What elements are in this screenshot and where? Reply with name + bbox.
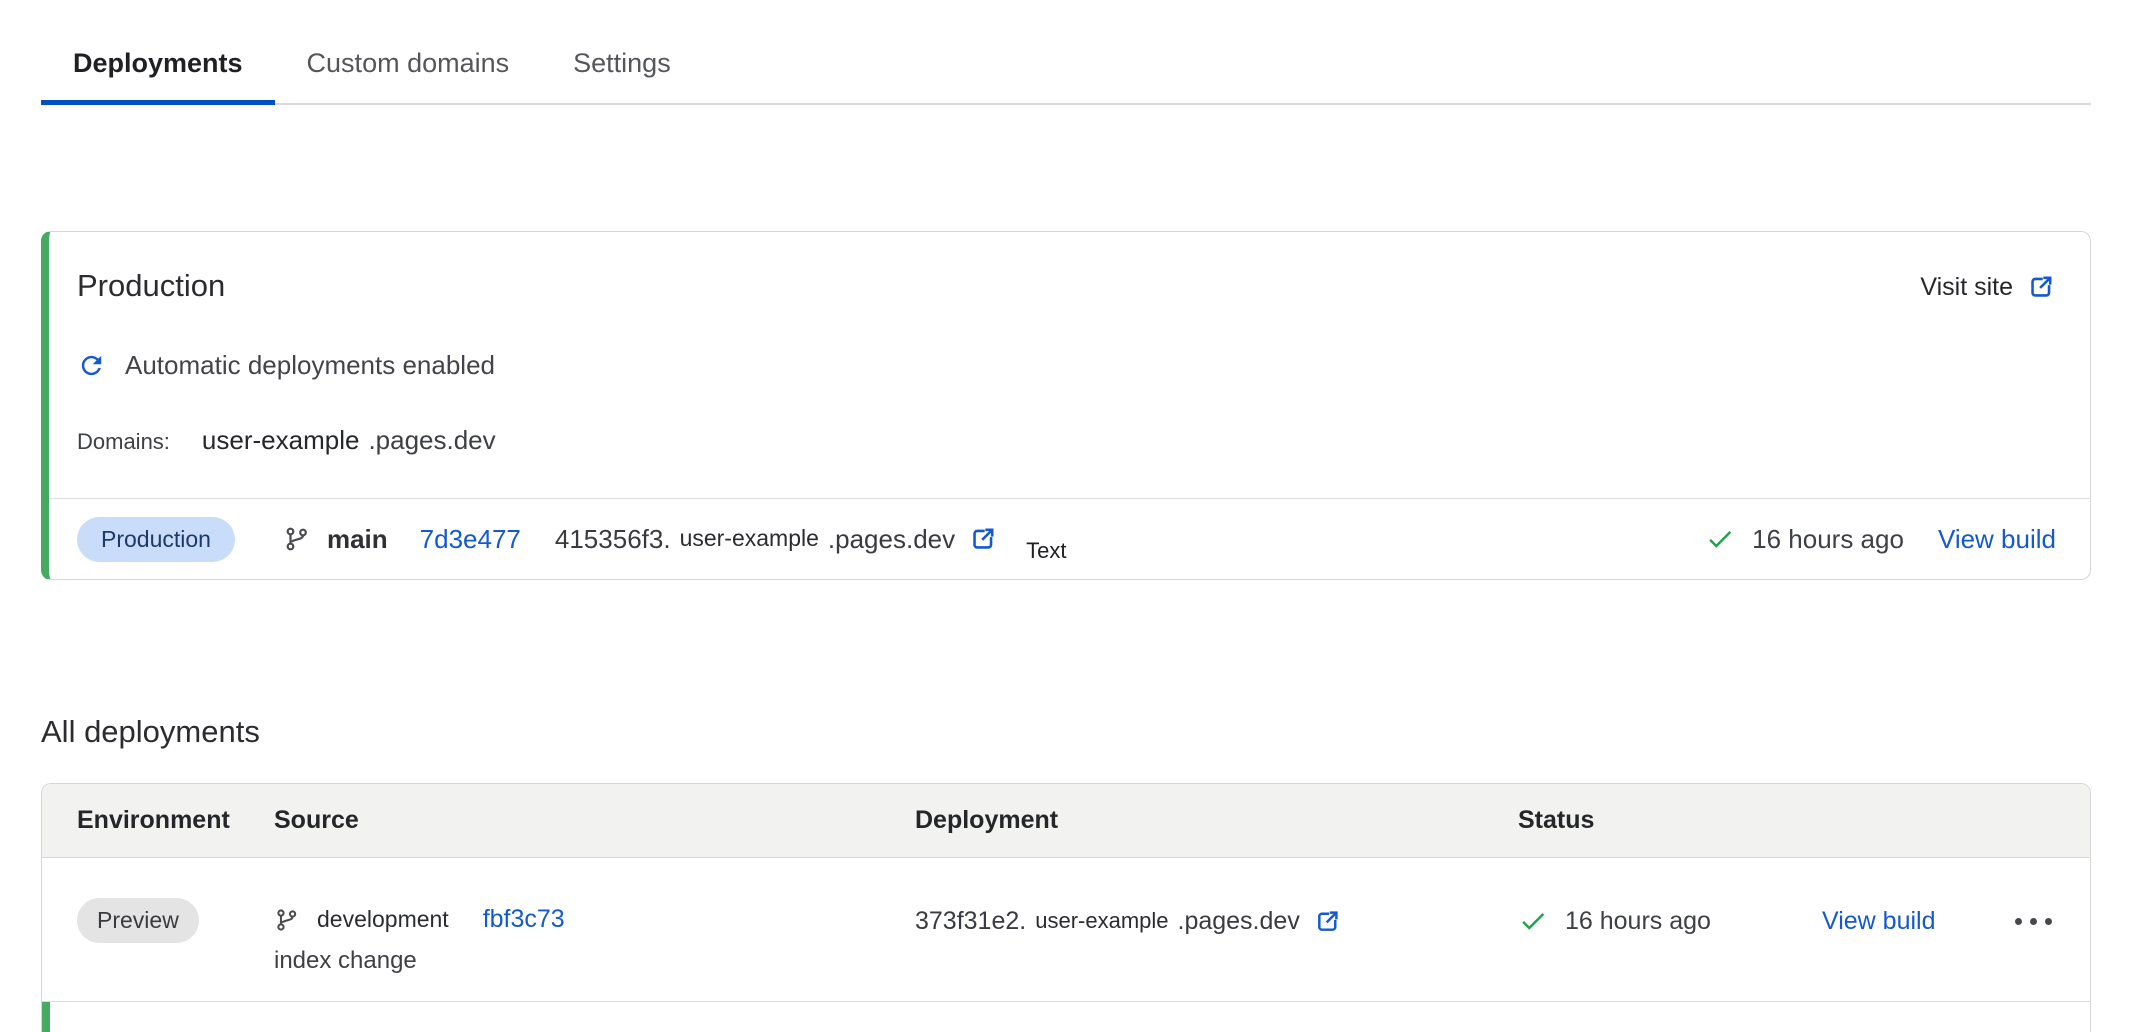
deployment-url-suffix: .pages.dev xyxy=(1178,907,1300,936)
deployment-status: 16 hours ago xyxy=(1518,858,1822,936)
tab-bar: Deployments Custom domains Settings xyxy=(41,0,2091,105)
deployment-time: 16 hours ago xyxy=(1565,907,1711,936)
deployment-url-project: user-example xyxy=(680,525,819,552)
production-deployment-row: Production main 7d3e477 415356f3. user-e… xyxy=(49,498,2090,579)
production-card: Production Visit site xyxy=(41,231,2091,580)
check-icon xyxy=(1518,906,1548,936)
commit-message: index change xyxy=(274,947,915,975)
refresh-icon xyxy=(77,351,106,380)
check-icon xyxy=(1705,524,1735,554)
deployments-table: Environment Source Deployment Status Pre… xyxy=(41,783,2091,1032)
git-branch-icon xyxy=(274,907,300,933)
external-link-icon xyxy=(2026,272,2056,302)
deployment-url-project: user-example xyxy=(1035,908,1168,934)
source-branch: main xyxy=(283,524,388,555)
production-card-title: Production xyxy=(77,268,225,304)
next-row-partial xyxy=(42,1002,2090,1032)
external-link-icon[interactable] xyxy=(1313,907,1342,936)
tab-deployments[interactable]: Deployments xyxy=(41,28,275,105)
view-build-link[interactable]: View build xyxy=(1938,524,2056,555)
column-header-environment: Environment xyxy=(42,806,274,835)
column-header-deployment: Deployment xyxy=(915,806,1518,835)
tab-settings[interactable]: Settings xyxy=(541,28,703,105)
domains-row: Domains: user-example .pages.dev xyxy=(77,425,2056,456)
deployment-status: 16 hours ago xyxy=(1705,524,1904,555)
tab-custom-domains[interactable]: Custom domains xyxy=(275,28,542,105)
all-deployments-title: All deployments xyxy=(41,714,2091,750)
commit-link[interactable]: 7d3e477 xyxy=(420,524,521,555)
column-header-source: Source xyxy=(274,806,915,835)
environment-badge: Production xyxy=(77,517,235,562)
deployment-url: 373f31e2. user-example .pages.dev xyxy=(915,907,1342,936)
auto-deployments-row: Automatic deployments enabled xyxy=(77,350,2056,381)
domain-suffix: .pages.dev xyxy=(368,425,495,456)
branch-name: main xyxy=(327,524,388,555)
visit-site-label: Visit site xyxy=(1920,273,2013,302)
auto-deployments-text: Automatic deployments enabled xyxy=(125,350,495,381)
deployment-url: 415356f3. user-example .pages.dev xyxy=(555,524,998,555)
column-header-status: Status xyxy=(1518,806,1822,835)
commit-note: Text xyxy=(1026,538,1066,564)
commit-link[interactable]: fbf3c73 xyxy=(483,905,565,934)
environment-badge: Preview xyxy=(77,898,199,943)
git-branch-icon xyxy=(283,525,311,553)
domain-name: user-example xyxy=(202,425,360,456)
deployment-url-suffix: .pages.dev xyxy=(828,524,955,555)
table-header-row: Environment Source Deployment Status xyxy=(42,784,2090,858)
more-options-icon[interactable] xyxy=(2013,912,2054,931)
branch-name: development xyxy=(317,906,449,933)
deployment-table-row: Preview development fbf3c73 xyxy=(42,858,2090,1002)
deployment-url-hash: 415356f3. xyxy=(555,524,671,555)
view-build-link[interactable]: View build xyxy=(1822,907,1936,936)
external-link-icon[interactable] xyxy=(968,524,998,554)
deployment-url-hash: 373f31e2. xyxy=(915,907,1026,936)
domains-label: Domains: xyxy=(77,429,170,455)
pages-project-screen: Deployments Custom domains Settings Prod… xyxy=(0,0,2132,1032)
source-branch: development fbf3c73 xyxy=(274,905,915,934)
deployment-time: 16 hours ago xyxy=(1752,524,1904,555)
visit-site-link[interactable]: Visit site xyxy=(1920,272,2056,302)
